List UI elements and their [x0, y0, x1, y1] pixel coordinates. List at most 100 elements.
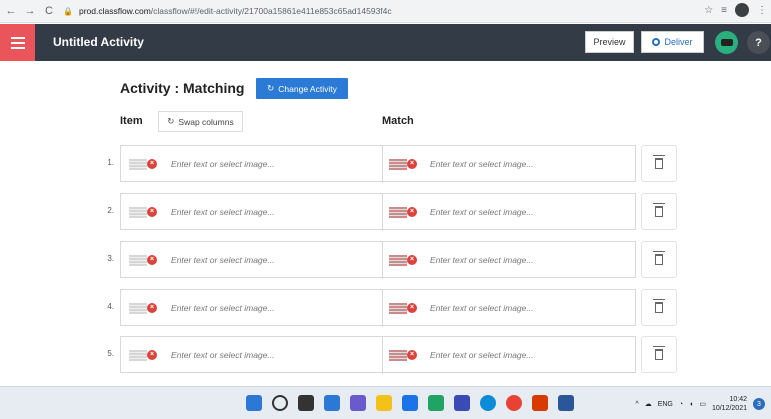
page-title: Activity : Matching [120, 80, 245, 96]
divider [382, 290, 383, 327]
reload-icon[interactable]: C [41, 3, 57, 19]
deliver-label: Deliver [664, 37, 693, 47]
item-text-input[interactable]: Enter text or select image... [171, 350, 274, 360]
image-placeholder-icon[interactable] [389, 255, 407, 266]
remove-image-icon[interactable]: × [407, 207, 417, 217]
windows-start-icon[interactable] [246, 395, 262, 411]
match-text-input[interactable]: Enter text or select image... [430, 255, 533, 265]
store-icon[interactable] [454, 395, 470, 411]
remove-image-icon[interactable]: × [407, 255, 417, 265]
deliver-button[interactable]: Deliver [641, 31, 704, 53]
delete-row-button[interactable] [641, 241, 677, 278]
match-text-input[interactable]: Enter text or select image... [430, 207, 533, 217]
profile-avatar[interactable] [735, 3, 749, 17]
remove-image-icon[interactable]: × [147, 303, 157, 313]
search-icon[interactable] [272, 395, 288, 411]
forward-icon[interactable]: → [22, 3, 38, 19]
battery-icon[interactable]: ▭ [699, 400, 706, 408]
trash-icon [653, 299, 665, 313]
pair-box: × Enter text or select image... × Enter … [120, 241, 636, 279]
edge-icon[interactable] [480, 395, 496, 411]
delete-row-button[interactable] [641, 336, 677, 373]
graduation-cap-icon[interactable] [715, 31, 738, 54]
chat-icon[interactable] [350, 395, 366, 411]
change-activity-label: Change Activity [278, 83, 337, 94]
match-text-input[interactable]: Enter text or select image... [430, 159, 533, 169]
change-activity-button[interactable]: ↻ Change Activity [256, 78, 348, 99]
table-row: 4. × Enter text or select image... × Ent… [0, 289, 771, 327]
time: 10:42 [729, 396, 747, 403]
image-placeholder-icon[interactable] [389, 303, 407, 314]
word-icon[interactable] [558, 395, 574, 411]
remove-image-icon[interactable]: × [407, 303, 417, 313]
row-number: 5. [107, 349, 114, 358]
image-placeholder-icon[interactable] [129, 159, 147, 170]
trash-icon [653, 251, 665, 265]
image-placeholder-icon[interactable] [129, 303, 147, 314]
image-placeholder-icon[interactable] [389, 159, 407, 170]
chrome-icon[interactable] [506, 395, 522, 411]
image-placeholder-icon[interactable] [389, 207, 407, 218]
star-icon[interactable]: ☆ [704, 5, 713, 16]
help-button[interactable]: ? [747, 31, 770, 54]
remove-image-icon[interactable]: × [147, 255, 157, 265]
reading-list-icon[interactable]: ≡ [721, 5, 727, 16]
remove-image-icon[interactable]: × [407, 350, 417, 360]
widgets-icon[interactable] [324, 395, 340, 411]
volume-icon[interactable]: ◖ [689, 401, 693, 408]
os-taskbar: ^ ☁ ENG ◔ ◖ ▭ 10:42 10/12/2021 3 [0, 386, 771, 419]
activity-name: Untitled Activity [53, 35, 144, 49]
item-text-input[interactable]: Enter text or select image... [171, 159, 274, 169]
table-row: 3. × Enter text or select image... × Ent… [0, 241, 771, 279]
app-header: Untitled Activity Preview Deliver ? [0, 24, 771, 61]
menu-icon[interactable] [0, 24, 35, 61]
divider [382, 242, 383, 279]
image-placeholder-icon[interactable] [129, 255, 147, 266]
item-column-header: Item [120, 115, 143, 127]
system-tray: ^ ☁ ENG ◔ ◖ ▭ 10:42 10/12/2021 3 [635, 395, 765, 413]
cloud-icon[interactable]: ☁ [645, 400, 652, 408]
row-number: 2. [107, 206, 114, 215]
match-text-input[interactable]: Enter text or select image... [430, 350, 533, 360]
preview-button[interactable]: Preview [585, 31, 634, 53]
chevron-up-icon[interactable]: ^ [635, 401, 638, 408]
clock[interactable]: 10:42 10/12/2021 [712, 395, 747, 413]
language-indicator[interactable]: ENG [658, 401, 673, 408]
pair-box: × Enter text or select image... × Enter … [120, 145, 636, 183]
back-icon[interactable]: ← [3, 3, 19, 19]
delete-row-button[interactable] [641, 145, 677, 182]
remove-image-icon[interactable]: × [147, 207, 157, 217]
image-placeholder-icon[interactable] [389, 350, 407, 361]
item-text-input[interactable]: Enter text or select image... [171, 207, 274, 217]
remove-image-icon[interactable]: × [147, 159, 157, 169]
image-placeholder-icon[interactable] [129, 350, 147, 361]
deliver-icon [652, 38, 661, 46]
image-placeholder-icon[interactable] [129, 207, 147, 218]
item-text-input[interactable]: Enter text or select image... [171, 303, 274, 313]
refresh-icon: ↻ [267, 83, 275, 93]
notification-badge[interactable]: 3 [753, 398, 765, 410]
remove-image-icon[interactable]: × [407, 159, 417, 169]
office-icon[interactable] [532, 395, 548, 411]
trash-icon [653, 155, 665, 169]
swap-icon: ↻ [167, 116, 175, 126]
delete-row-button[interactable] [641, 289, 677, 326]
mail-icon[interactable] [402, 395, 418, 411]
delete-row-button[interactable] [641, 193, 677, 230]
match-text-input[interactable]: Enter text or select image... [430, 303, 533, 313]
date: 10/12/2021 [711, 405, 747, 412]
item-text-input[interactable]: Enter text or select image... [171, 255, 274, 265]
row-number: 3. [107, 254, 114, 263]
remove-image-icon[interactable]: × [147, 350, 157, 360]
wifi-icon[interactable]: ◔ [679, 401, 683, 408]
divider [382, 194, 383, 231]
table-row: 2. × Enter text or select image... × Ent… [0, 193, 771, 231]
task-view-icon[interactable] [298, 395, 314, 411]
swap-columns-button[interactable]: ↻ Swap columns [158, 111, 243, 132]
trash-icon [653, 346, 665, 360]
address-bar[interactable]: prod.classflow.com/classflow/#!/edit-act… [79, 6, 392, 16]
phone-link-icon[interactable] [428, 395, 444, 411]
lock-icon: 🔒 [63, 6, 73, 16]
kebab-menu-icon[interactable]: ⋮ [757, 5, 767, 16]
file-explorer-icon[interactable] [376, 395, 392, 411]
